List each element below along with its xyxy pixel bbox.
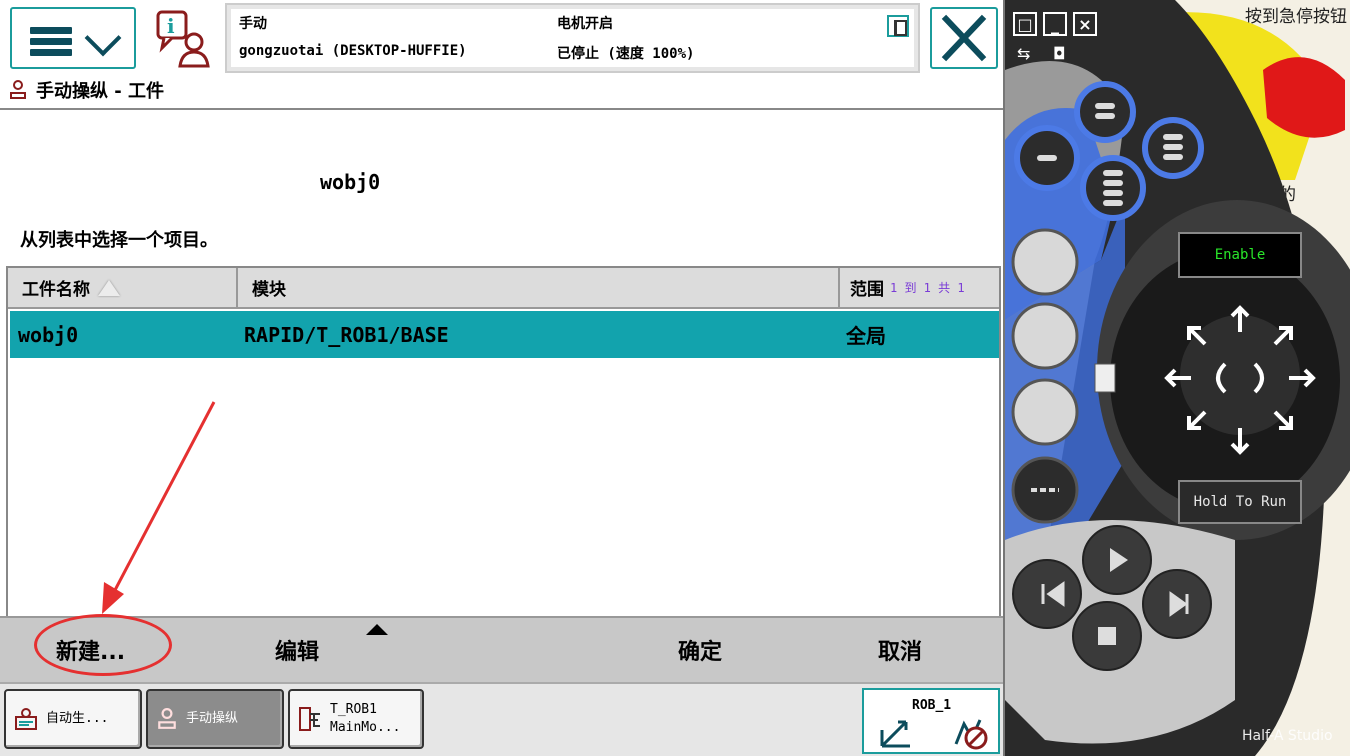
column-header-scope-label: 范围 bbox=[850, 280, 884, 300]
task-auto-label: 自动生... bbox=[46, 711, 109, 726]
hamburger-icon-bar bbox=[30, 38, 72, 45]
pendant-body bbox=[1005, 0, 1350, 756]
coordinate-axes-icon bbox=[880, 720, 910, 748]
hamburger-icon-bar bbox=[30, 49, 72, 56]
flexpendant-screen: i 手动 gongzuotai (DESKTOP-HUFFIE) 电机开启 已停… bbox=[0, 0, 1005, 756]
breadcrumb: 手动操纵 - 工件 bbox=[8, 77, 164, 103]
event-log-icon[interactable]: i bbox=[154, 8, 216, 70]
close-icon[interactable]: × bbox=[1073, 12, 1097, 36]
incremental-off-icon bbox=[954, 719, 988, 750]
watermark: Half-A Studio bbox=[1242, 728, 1333, 744]
cell-name: wobj0 bbox=[18, 322, 79, 347]
close-icon bbox=[941, 14, 987, 62]
hold-to-run-button[interactable]: Hold To Run bbox=[1178, 480, 1302, 524]
sort-ascending-icon bbox=[98, 279, 120, 296]
pager: 1 到 1 共 1 bbox=[890, 281, 965, 295]
ok-button[interactable]: 确定 bbox=[678, 628, 722, 672]
column-header-name[interactable]: 工件名称 bbox=[8, 268, 238, 307]
program-editor-icon bbox=[299, 707, 320, 731]
close-button[interactable] bbox=[930, 7, 998, 69]
swap-icon[interactable]: ⇆ bbox=[1017, 44, 1030, 63]
jogging-icon bbox=[10, 80, 26, 99]
page-title: 手动操纵 - 工件 bbox=[36, 81, 165, 102]
task-jog-label: 手动操纵 bbox=[186, 711, 239, 726]
program-state: 已停止 (速度 100%) bbox=[557, 46, 695, 62]
table-row[interactable]: wobj0 RAPID/T_ROB1/BASE 全局 bbox=[10, 311, 999, 358]
edit-menu-button[interactable]: 编辑 bbox=[275, 628, 319, 672]
chevron-down-icon bbox=[84, 19, 122, 57]
cell-scope: 全局 bbox=[846, 324, 886, 348]
task-program-editor[interactable]: T_ROB1 MainMo... bbox=[288, 689, 424, 749]
controller-name: gongzuotai (DESKTOP-HUFFIE) bbox=[239, 43, 467, 59]
instruction-text: 从列表中选择一个项目。 bbox=[20, 230, 218, 251]
hamburger-icon bbox=[30, 27, 72, 34]
cell-module: RAPID/T_ROB1/BASE bbox=[244, 322, 449, 347]
quickset-robot-label: ROB_1 bbox=[912, 698, 952, 713]
column-header-module[interactable]: 模块 bbox=[238, 268, 840, 307]
task-flag-icon bbox=[887, 15, 909, 37]
enable-button[interactable]: Enable bbox=[1178, 232, 1302, 278]
task-bar: 自动生... 手动操纵 T_ROB1 MainMo... ROB_1 bbox=[0, 682, 1003, 756]
table-header: 工件名称 模块 范围 1 到 1 共 1 bbox=[8, 268, 999, 309]
jogging-icon bbox=[158, 708, 176, 729]
task-jogging[interactable]: 手动操纵 bbox=[146, 689, 284, 749]
column-header-module-label: 模块 bbox=[252, 280, 286, 300]
cancel-button[interactable]: 取消 bbox=[878, 628, 922, 672]
task-auto-production[interactable]: 自动生... bbox=[4, 689, 142, 749]
maximize-icon[interactable]: □ bbox=[1013, 12, 1037, 36]
column-header-name-label: 工件名称 bbox=[22, 280, 90, 300]
operating-mode: 手动 bbox=[239, 16, 267, 32]
column-header-scope[interactable]: 范围 1 到 1 共 1 bbox=[840, 268, 999, 307]
auto-production-icon bbox=[15, 708, 37, 730]
camera-icon[interactable]: ◘ bbox=[1053, 44, 1066, 63]
task-program-label: T_ROB1 MainMo... bbox=[330, 702, 401, 735]
svg-text:i: i bbox=[167, 14, 175, 38]
motor-state: 电机开启 bbox=[557, 16, 613, 32]
main-menu-button[interactable] bbox=[10, 7, 136, 69]
pendant-hardware-panel: 按到急停按钮 爪工具 序中的 置设置 bbox=[1005, 0, 1350, 756]
status-bar[interactable]: 手动 gongzuotai (DESKTOP-HUFFIE) 电机开启 已停止 … bbox=[225, 3, 920, 73]
divider bbox=[0, 108, 1003, 110]
annotation-oval bbox=[34, 614, 172, 676]
workobject-table: 工件名称 模块 范围 1 到 1 共 1 wobj0 RAPID/T_ROB1/… bbox=[6, 266, 1001, 618]
minimize-icon[interactable]: _ bbox=[1043, 12, 1067, 36]
quickset-button[interactable]: ROB_1 bbox=[862, 688, 1000, 754]
window-controls: □ _ × bbox=[1013, 12, 1097, 36]
caret-up-icon bbox=[366, 624, 388, 635]
current-selection: wobj0 bbox=[320, 170, 381, 194]
